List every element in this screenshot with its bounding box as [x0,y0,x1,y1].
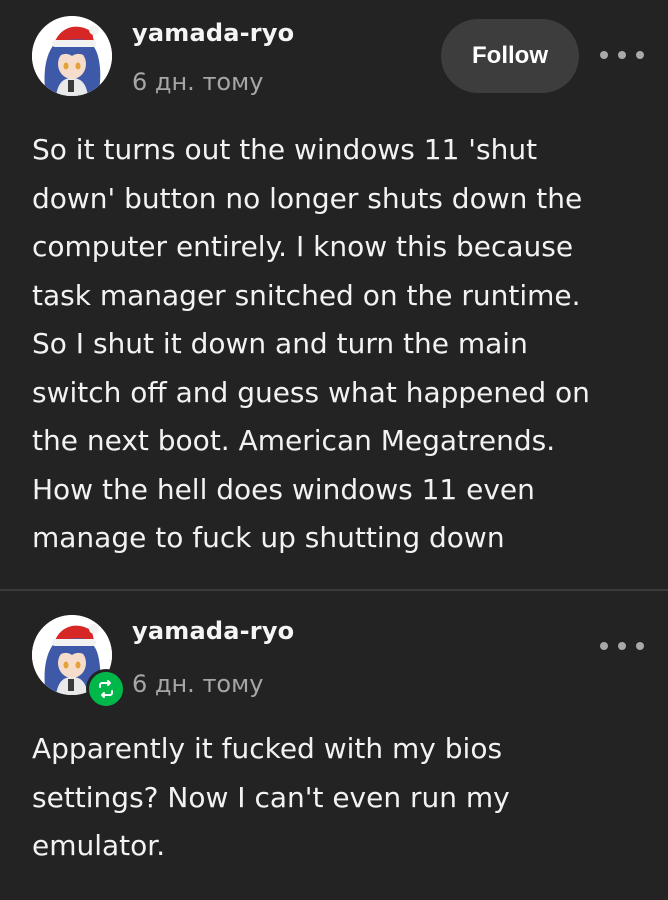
reblog-icon [99,680,113,698]
post-body-line: So it turns out the windows 11 'shut [32,133,538,166]
more-dots-icon-dot [618,51,626,59]
more-dots-icon-dot [636,642,644,650]
more-dots-icon [600,51,608,59]
post-timestamp: 6 дн. тому [132,68,264,96]
post-body-line: How the hell does windows 11 even [32,472,535,506]
username[interactable]: yamada-ryo [132,19,294,47]
post-body-line: computer entirely. I know this because [32,230,574,263]
post-timestamp: 6 дн. тому [132,670,264,698]
post-body-line: down' button no longer shuts down the [32,181,583,215]
post-body-line: switch off and guess what happened on [32,375,590,409]
post-body-line: task manager snitched on the runtime. [32,278,581,312]
more-dots-icon-dot [636,51,644,59]
reblog-badge [86,669,126,709]
post-body: Apparently it fucked with my bios settin… [32,725,642,871]
post: yamada-ryo 6 дн. тому Follow So it turns… [0,0,668,589]
avatar-image [32,16,112,96]
follow-button[interactable]: Follow [441,19,579,93]
post-body-line: the next boot. American Megatrends. [32,424,556,457]
more-dots-icon [600,642,608,650]
more-dots-icon-dot [618,642,626,650]
post-body-line: settings? Now I can't even run my [32,780,510,814]
more-options-button[interactable] [600,636,644,656]
post-body-line: So I shut it down and turn the main [32,327,528,360]
post-body-line: manage to fuck up shutting down [32,521,505,554]
post-body-line: Apparently it fucked with my bios [32,732,503,765]
post-body: So it turns out the windows 11 'shut dow… [32,126,642,563]
post-body-line: emulator. [32,829,166,862]
more-options-button[interactable] [600,45,644,65]
username[interactable]: yamada-ryo [132,617,294,645]
post: yamada-ryo 6 дн. тому Apparently it fuck… [0,591,668,900]
avatar[interactable] [32,16,112,96]
